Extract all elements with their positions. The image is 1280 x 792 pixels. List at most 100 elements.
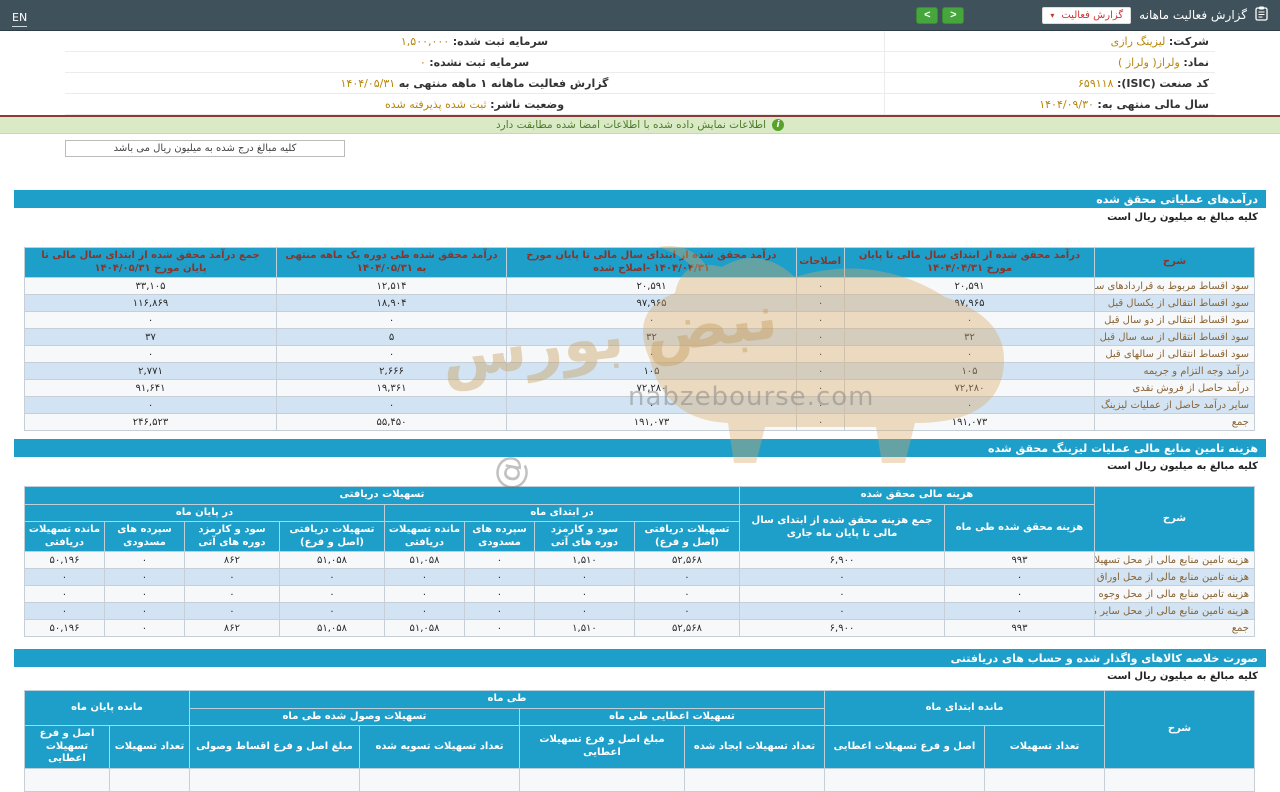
cell: ۵ (277, 329, 507, 346)
symbol-link[interactable]: ولراز( ولراز ) (1118, 56, 1180, 69)
financing-table: شرحهزینه مالی محقق شدهتسهیلات دریافتیهزی… (24, 486, 1255, 637)
column-header: مبلغ اصل و فرع تسهیلات اعطایی (519, 726, 684, 769)
registered-capital-cell: سرمایه ثبت شده: ۱,۵۰۰,۰۰۰ (65, 31, 885, 52)
cell: ۰ (739, 586, 944, 603)
unregistered-capital-value: ۰ (420, 56, 426, 69)
cell: ۳۲ (507, 329, 797, 346)
cell: ۰ (534, 603, 634, 620)
issuer-status-value: ثبت شده پذیرفته شده (385, 98, 487, 111)
column-header: مانده تسهیلات دریافتی (24, 522, 104, 552)
cell: ۲,۶۶۶ (277, 363, 507, 380)
cell: ۰ (384, 603, 464, 620)
info-row: کد صنعت (ISIC): ۶۵۹۱۱۸ گزارش فعالیت ماها… (65, 73, 1215, 94)
cell: ۵۰,۱۹۶ (24, 552, 104, 569)
table-row: هزینه تامین منابع مالی از محل سایر منابع… (24, 603, 1254, 620)
cell: ۰ (945, 569, 1095, 586)
cell: ۰ (279, 603, 384, 620)
column-header: شرح (1095, 248, 1255, 278)
column-header: مانده ابتدای ماه (824, 691, 1104, 726)
cell (189, 768, 359, 791)
cell: ۹۷,۹۶۵ (845, 295, 1095, 312)
section-goods: صورت خلاصه کالاهای واگذار شده و حساب های… (0, 649, 1280, 792)
column-header: سپرده های مسدودی (104, 522, 184, 552)
table-row: سود اقساط مربوط به قراردادهای سال جاری۲۰… (25, 278, 1255, 295)
language-toggle-en[interactable]: EN (12, 11, 27, 27)
row-label: سود اقساط انتقالی از سه سال قبل (1095, 329, 1255, 346)
cell: ۵۰,۱۹۶ (24, 620, 104, 637)
cell: ۰ (464, 586, 534, 603)
top-bar-left-group: EN (12, 6, 27, 25)
row-label: سود اقساط انتقالی از دو سال قبل (1095, 312, 1255, 329)
row-label (1105, 768, 1255, 791)
cell: ۸۶۲ (184, 552, 279, 569)
cell: ۰ (184, 603, 279, 620)
cell: ۰ (507, 346, 797, 363)
cell: ۱,۵۱۰ (534, 552, 634, 569)
clipboard-report-icon (1255, 6, 1268, 25)
column-header: جمع درآمد محقق شده از ابتدای سال مالی تا… (25, 248, 277, 278)
cell: ۰ (634, 603, 739, 620)
info-row: نماد: ولراز( ولراز ) سرمایه ثبت نشده: ۰ (65, 52, 1215, 73)
cell: ۰ (845, 312, 1095, 329)
cell: ۰ (845, 397, 1095, 414)
report-type-dropdown[interactable]: گزارش فعالیت ▾ (1042, 7, 1131, 24)
cell: ۰ (797, 397, 845, 414)
cell (24, 768, 109, 791)
cell: ۰ (277, 397, 507, 414)
revenue-table-container: شرحدرآمد محقق شده از ابتدای سال مالی تا … (0, 247, 1280, 431)
cell: ۱۹,۳۶۱ (277, 380, 507, 397)
cell: ۱۲,۵۱۴ (277, 278, 507, 295)
previous-report-button[interactable]: < (916, 7, 938, 24)
table-row: هزینه تامین منابع مالی از محل تسهیلات با… (24, 552, 1254, 569)
period-cell: گزارش فعالیت ماهانه ۱ ماهه منتهی به ۱۴۰۴… (65, 73, 885, 94)
company-link[interactable]: لیزینگ رازی (1111, 35, 1166, 48)
row-label: جمع (1095, 620, 1255, 637)
cell: ۰ (845, 346, 1095, 363)
cell: ۰ (384, 586, 464, 603)
goods-table: شرحمانده ابتدای ماهطی ماهمانده پایان ماه… (24, 690, 1255, 792)
top-bar-right-group: گزارش فعالیت ماهانه گزارش فعالیت ▾ < > (916, 6, 1268, 25)
column-header: تعداد تسهیلات تسویه شده (359, 726, 519, 769)
section-title-financing: هزینه تامین منابع مالی عملیات لیزینگ محق… (14, 439, 1266, 457)
cell: ۵۱,۰۵۸ (279, 620, 384, 637)
cell (985, 768, 1105, 791)
cell: ۰ (797, 414, 845, 431)
period-label: گزارش فعالیت ماهانه ۱ ماهه منتهی به (399, 77, 609, 90)
column-header: مبلغ اصل و فرع اقساط وصولی (189, 726, 359, 769)
section-note-goods: کلیه مبالغ به میلیون ریال است (14, 667, 1266, 684)
cell: ۰ (24, 569, 104, 586)
cell: ۲۰,۵۹۱ (507, 278, 797, 295)
column-header: اصل و فرع تسهیلات اعطایی (824, 726, 984, 769)
cell: ۰ (534, 586, 634, 603)
company-label: شرکت: (1169, 35, 1209, 48)
cell: ۱۱۶,۸۶۹ (25, 295, 277, 312)
row-label: هزینه تامین منابع مالی از محل اوراق مشار… (1095, 569, 1255, 586)
cell: ۰ (184, 586, 279, 603)
table-row-partial (24, 768, 1254, 791)
report-nav-buttons: < > (916, 7, 964, 24)
total-row: جمع۹۹۳۶,۹۰۰۵۲,۵۶۸۱,۵۱۰۰۵۱,۰۵۸۵۱,۰۵۸۸۶۲۰۵… (24, 620, 1254, 637)
cell: ۱۹۱,۰۷۳ (507, 414, 797, 431)
row-label: سایر درآمد حاصل از عملیات لیزینگ (1095, 397, 1255, 414)
column-header: شرح (1095, 487, 1255, 552)
fiscal-year-value: ۱۴۰۴/۰۹/۳۰ (1039, 98, 1094, 111)
cell: ۰ (277, 346, 507, 363)
section-title-goods: صورت خلاصه کالاهای واگذار شده و حساب های… (14, 649, 1266, 667)
cell: ۰ (507, 312, 797, 329)
section-revenue: درآمدهای عملیاتی محقق شده کلیه مبالغ به … (0, 190, 1280, 431)
total-row: جمع۱۹۱,۰۷۳۰۱۹۱,۰۷۳۵۵,۴۵۰۲۴۶,۵۲۳ (25, 414, 1255, 431)
column-header: تسهیلات وصول شده طی ماه (189, 708, 519, 726)
cell: ۲,۷۷۱ (25, 363, 277, 380)
signature-match-banner: i اطلاعات نمایش داده شده با اطلاعات امضا… (0, 117, 1280, 134)
info-row: شرکت: لیزینگ رازی سرمایه ثبت شده: ۱,۵۰۰,… (65, 31, 1215, 52)
cell: ۰ (797, 329, 845, 346)
next-report-button[interactable]: > (942, 7, 964, 24)
column-header: شرح (1105, 691, 1255, 769)
row-label: درآمد حاصل از فروش نقدی (1095, 380, 1255, 397)
cell: ۲۴۶,۵۲۳ (25, 414, 277, 431)
cell: ۶,۹۰۰ (739, 552, 944, 569)
revenue-table: شرحدرآمد محقق شده از ابتدای سال مالی تا … (24, 247, 1255, 431)
cell: ۱۹۱,۰۷۳ (845, 414, 1095, 431)
column-header: تعداد تسهیلات ایجاد شده (684, 726, 824, 769)
cell: ۰ (279, 586, 384, 603)
